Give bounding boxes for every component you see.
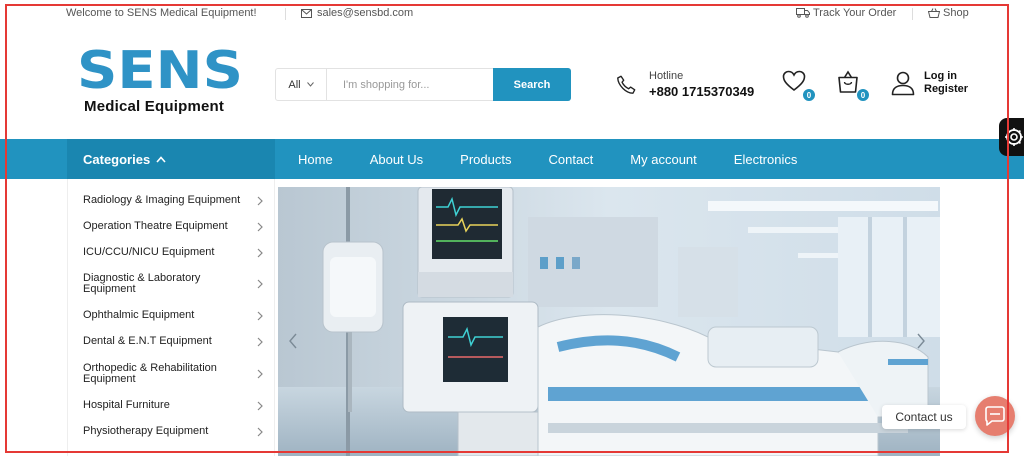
cart-button[interactable]: 0 [836,70,870,102]
sidebar-item-label: Ophthalmic Equipment [83,309,195,321]
sidebar-item-label: Dental & E.N.T Equipment [83,335,212,347]
hotline[interactable]: Hotline +880 1715370349 [615,70,754,99]
sidebar-item-hospital-furniture[interactable]: Hospital Furniture [83,400,263,411]
chevron-right-icon [257,401,263,410]
logo-word-text: SENS [77,48,243,92]
sidebar-item-diagnostic[interactable]: Diagnostic & Laboratory Equipment [83,273,263,295]
basket-icon [928,8,940,18]
email-text: sales@sensbd.com [317,7,414,19]
welcome-text: Welcome to SENS Medical Equipment! [66,7,257,19]
sidebar-item-operation-theatre[interactable]: Operation Theatre Equipment [83,221,263,232]
sidebar-item-radiology[interactable]: Radiology & Imaging Equipment [83,195,263,206]
logo-wordmark: SENS [77,48,243,92]
contact-us-label[interactable]: Contact us [882,405,966,429]
shop-link[interactable]: Shop [928,7,969,19]
logo-tagline: Medical Equipment [84,98,225,115]
account-links: Log in Register [890,70,968,96]
nav-menu: Home About Us Products Contact My accoun… [298,139,834,179]
chevron-right-icon [257,311,263,320]
top-bar: Welcome to SENS Medical Equipment! sales… [0,0,1024,28]
chevron-right-icon [257,427,263,436]
login-link[interactable]: Log in [924,70,968,83]
nav-item-home[interactable]: Home [298,152,333,167]
chevron-right-icon [917,333,925,349]
divider [285,8,286,20]
chat-button[interactable] [975,396,1015,436]
nav-item-my-account[interactable]: My account [630,152,696,167]
sidebar-item-label: Physiotherapy Equipment [83,425,209,437]
slider-prev-button[interactable] [278,321,308,361]
main-navigation: Categories Home About Us Products Contac… [0,139,1024,179]
cart-count-badge: 0 [856,88,870,102]
chevron-right-icon [257,369,263,379]
nav-item-about-us[interactable]: About Us [370,152,423,167]
chevron-right-icon [257,196,263,205]
hero-image [278,187,940,456]
hero-slider[interactable] [278,187,940,456]
sidebar-item-label: Radiology & Imaging Equipment [83,194,241,206]
user-icon [891,71,915,96]
chevron-down-icon [306,82,314,87]
chat-icon [985,406,1005,426]
heart-icon [782,70,806,92]
phone-icon [617,75,636,94]
nav-item-products[interactable]: Products [460,152,511,167]
chevron-left-icon [289,333,297,349]
divider [912,8,913,20]
nav-item-electronics[interactable]: Electronics [734,152,798,167]
register-link[interactable]: Register [924,83,968,96]
track-order-label: Track Your Order [813,7,897,19]
wishlist-count-badge: 0 [802,88,816,102]
chevron-right-icon [257,222,263,231]
shop-label: Shop [943,7,969,19]
chevron-right-icon [257,337,263,346]
search-input[interactable] [327,69,493,100]
sidebar-item-label: Diagnostic & Laboratory Equipment [83,272,201,295]
site-logo[interactable]: SENS Medical Equipment [76,48,244,118]
hotline-number: +880 1715370349 [649,84,755,99]
chevron-right-icon [257,248,263,257]
sidebar-item-ophthalmic[interactable]: Ophthalmic Equipment [83,310,263,321]
sidebar-item-label: Operation Theatre Equipment [83,220,228,232]
category-sidebar: Radiology & Imaging Equipment Operation … [67,179,275,456]
search-button[interactable]: Search [493,68,571,101]
sidebar-item-dental-ent[interactable]: Dental & E.N.T Equipment [83,336,263,347]
track-order-link[interactable]: Track Your Order [796,7,896,19]
categories-toggle[interactable]: Categories [67,139,275,179]
mail-icon [301,8,312,18]
categories-label: Categories [83,151,151,167]
sidebar-item-label: ICU/CCU/NICU Equipment [83,246,215,258]
email-link[interactable]: sales@sensbd.com [301,7,413,19]
search-category-select[interactable]: All [276,69,327,100]
chevron-up-icon [156,155,166,163]
sidebar-item-label: Orthopedic & Rehabilitation Equipment [83,362,217,385]
gear-icon [1005,128,1023,146]
nav-item-contact[interactable]: Contact [548,152,593,167]
settings-tab[interactable] [999,118,1024,156]
hotline-label: Hotline [649,70,684,82]
wishlist-button[interactable]: 0 [782,70,816,102]
truck-icon [796,8,810,18]
search-category-value: All [288,78,301,91]
slider-next-button[interactable] [906,321,936,361]
sidebar-item-orthopedic[interactable]: Orthopedic & Rehabilitation Equipment [83,363,263,385]
sidebar-item-physiotherapy[interactable]: Physiotherapy Equipment [83,426,263,437]
search-bar: All Search [275,68,571,101]
sidebar-item-label: Hospital Furniture [83,399,170,411]
chevron-right-icon [257,279,263,289]
sidebar-item-icu[interactable]: ICU/CCU/NICU Equipment [83,247,263,258]
